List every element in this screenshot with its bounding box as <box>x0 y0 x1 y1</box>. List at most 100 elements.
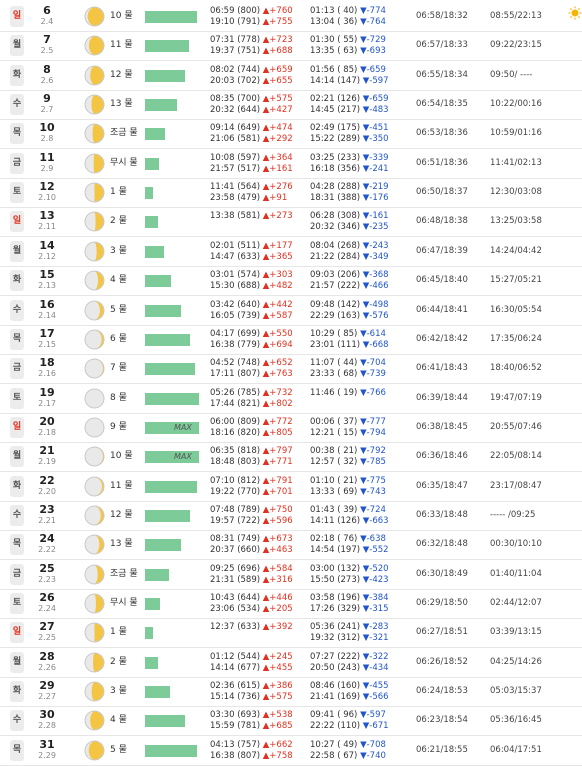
tide-entry: 01:43 ( 39) ▼-724 <box>310 505 402 516</box>
sunrise-sunset: 06:35/18:47 <box>416 480 468 491</box>
tide-entry: 02:18 ( 76) ▼-638 <box>310 534 402 545</box>
tide-fall: ▼-576 <box>362 310 389 321</box>
tide-entry: 03:58 (196) ▼-384 <box>310 593 402 604</box>
moonrise-moonset: 19:47/07:19 <box>490 392 542 403</box>
moonrise-moonset: 18:40/06:52 <box>490 363 542 374</box>
tide-time: 14:47 (633) <box>210 251 261 262</box>
tide-time: 17:44 (821) <box>210 398 261 409</box>
moonrise-moonset: 10:59/01:16 <box>490 128 542 139</box>
tide-time: 04:17 (699) <box>210 328 261 339</box>
tide-fall: ▼-597 <box>360 710 386 721</box>
lunar-date: 2.26 <box>38 662 56 672</box>
table-row: 금 25 2.23 조금 물 09:25 (696) ▲+584 21:31 (589) … <box>0 560 582 590</box>
tide-rise: ▲+442 <box>262 299 293 310</box>
lunar-date: 2.5 <box>40 46 54 56</box>
tide-rise: ▲+292 <box>262 134 293 145</box>
tide-entry: 20:50 (243) ▼-434 <box>310 663 402 674</box>
low-tide-cell: 02:18 ( 76) ▼-638 14:54 (197) ▼-552 <box>310 534 402 556</box>
tide-rise: ▲+688 <box>262 46 293 57</box>
tide-rise: ▲+750 <box>262 504 293 515</box>
low-tide-cell: 11:07 ( 44) ▼-704 23:33 ( 68) ▼-739 <box>310 358 402 380</box>
lunar-date: 2.7 <box>40 105 54 115</box>
sunrise-sunset: 06:44/18:41 <box>416 304 468 315</box>
tide-time: 18:48 (803) <box>210 457 261 468</box>
date-cell: 6 2.4 <box>34 5 60 27</box>
date-cell: 26 2.24 <box>34 592 60 614</box>
tide-time: 20:32 (346) <box>310 222 361 233</box>
tide-rise: ▲+91 <box>262 193 288 204</box>
tide-fall: ▼-597 <box>362 75 389 86</box>
moonrise-moonset: 17:35/06:24 <box>490 333 542 344</box>
tide-fall: ▼-792 <box>360 446 386 457</box>
date-cell: 8 2.6 <box>34 63 60 86</box>
weekday-badge: 수 <box>10 710 24 732</box>
tide-entry: 16:05 (739) ▲+587 <box>210 311 298 322</box>
tide-time: 08:46 (160) <box>310 681 361 692</box>
tide-fall: ▼-434 <box>362 662 389 673</box>
tide-age: 3 물 <box>110 245 127 256</box>
solar-day: 19 <box>39 385 55 399</box>
tide-range-bar <box>145 392 199 405</box>
low-tide-cell: 01:43 ( 39) ▼-724 14:11 (126) ▼-663 <box>310 505 402 527</box>
tide-entry: 04:13 (757) ▲+662 <box>210 740 298 751</box>
tide-entry: 08:35 (700) ▲+575 <box>210 94 298 105</box>
tide-time: 01:12 (544) <box>210 651 261 662</box>
date-cell: 27 2.25 <box>34 621 60 643</box>
tide-time: 02:36 (615) <box>210 681 261 692</box>
tide-entry: 11:41 (564) ▲+276 <box>210 182 298 193</box>
tide-time: 21:57 (222) <box>310 281 361 292</box>
moonrise-moonset: 02:44/12:07 <box>490 598 542 608</box>
tide-time: 00:06 ( 37) <box>310 416 358 427</box>
tide-time: 22:22 (110) <box>310 721 361 732</box>
tide-rise: ▲+538 <box>262 710 293 721</box>
weekday-badge: 토 <box>10 593 24 614</box>
tide-rise: ▲+575 <box>262 94 293 105</box>
table-row: 일 20 2.18 9 물 MAX 06:00 (809) ▲+772 18:16 (820… <box>0 413 582 443</box>
moonrise-moonset: 08:55/22:13 <box>490 11 542 21</box>
tide-time: 19:32 (312) <box>310 633 361 644</box>
high-tide-cell: 06:59 (800) ▲+760 19:10 (791) ▲+755 <box>210 6 298 28</box>
sunrise-sunset: 06:55/18:34 <box>416 69 468 80</box>
tide-age: 조금 물 <box>110 568 138 579</box>
tide-time: 20:37 (660) <box>210 545 261 556</box>
tide-rise: ▲+797 <box>262 446 293 457</box>
moon-phase-icon <box>84 593 105 614</box>
tide-entry: 15:22 (289) ▼-350 <box>310 134 402 145</box>
tide-time: 13:38 (581) <box>210 211 261 222</box>
tide-range-bar <box>145 686 170 699</box>
moon-phase-icon <box>84 358 105 379</box>
tide-time: 13:33 ( 69) <box>310 486 358 497</box>
tide-rise: ▲+273 <box>262 211 293 222</box>
sunrise-sunset: 06:50/18:37 <box>416 187 468 198</box>
tide-entry: 21:41 (169) ▼-566 <box>310 692 402 703</box>
high-tide-cell: 03:30 (693) ▲+538 15:59 (781) ▲+685 <box>210 710 298 732</box>
tide-rise: ▲+805 <box>262 427 293 438</box>
moon-phase-icon <box>84 123 105 144</box>
sunrise-sunset: 06:42/18:42 <box>416 333 468 344</box>
tide-entry: 08:04 (268) ▼-243 <box>310 241 402 252</box>
tide-rise: ▲+659 <box>262 64 293 75</box>
tide-rise: ▲+364 <box>262 152 293 163</box>
solar-day: 22 <box>39 473 55 487</box>
tide-time: 00:38 ( 21) <box>310 446 358 457</box>
tide-fall: ▼-668 <box>362 339 389 350</box>
tide-fall: ▼-350 <box>362 134 389 145</box>
lunar-date: 2.4 <box>40 17 54 26</box>
tide-entry: 14:45 (217) ▼-483 <box>310 105 402 116</box>
low-tide-cell: 04:28 (288) ▼-219 18:31 (388) ▼-176 <box>310 182 402 204</box>
tide-rise: ▲+673 <box>262 534 293 545</box>
tide-rise: ▲+550 <box>262 328 293 339</box>
tide-time: 01:10 ( 21) <box>310 475 358 486</box>
moonrise-moonset: 12:30/03:08 <box>490 187 542 198</box>
tide-fall: ▼-483 <box>362 105 389 116</box>
moonrise-moonset: ----- /09:25 <box>490 509 536 520</box>
tide-time: 21:41 (169) <box>310 692 361 703</box>
tide-rise: ▲+316 <box>262 574 293 585</box>
tide-range-bar <box>145 744 197 757</box>
tide-fall: ▼-663 <box>362 515 389 526</box>
table-row: 토 12 2.10 1 물 11:41 (564) ▲+276 23:58 (479) ▲… <box>0 178 582 209</box>
tide-rise: ▲+446 <box>262 593 293 603</box>
tide-age: 11 물 <box>110 40 133 51</box>
tide-entry: 22:29 (163) ▼-576 <box>310 311 402 322</box>
tide-entry: 13:04 ( 36) ▼-764 <box>310 17 402 28</box>
